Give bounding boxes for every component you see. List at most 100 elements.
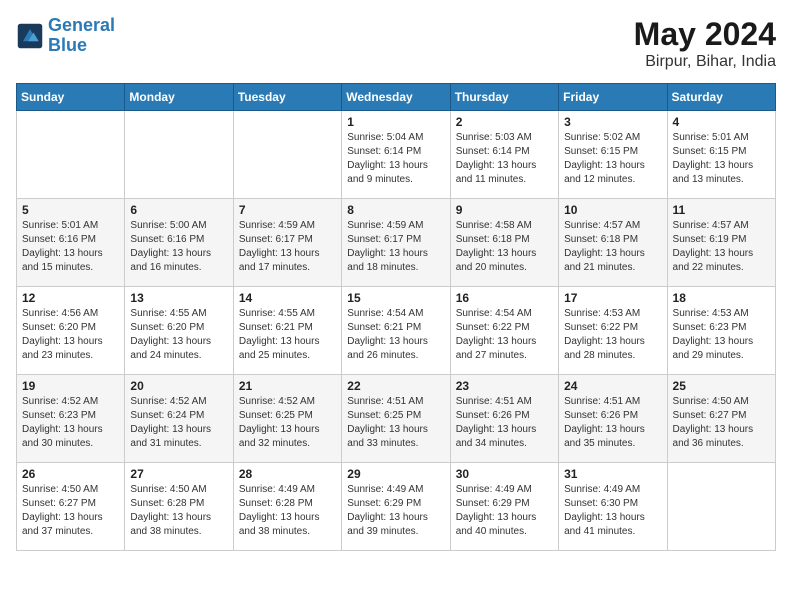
calendar-cell: 27 Sunrise: 4:50 AM Sunset: 6:28 PM Dayli…	[125, 463, 233, 551]
calendar-cell: 24Sunrise: 4:51 AM Sunset: 6:26 PM Dayli…	[559, 375, 667, 463]
location-title: Birpur, Bihar, India	[634, 53, 776, 71]
calendar-cell: 11 Sunrise: 4:57 AM Sunset: 6:19 PM Dayli…	[667, 199, 775, 287]
day-number: 10	[564, 203, 661, 217]
day-info: Sunrise: 4:59 AM Sunset: 6:17 PM Dayligh…	[347, 219, 444, 275]
day-number: 12	[22, 291, 119, 305]
day-number: 18	[673, 291, 770, 305]
calendar-cell: 4 Sunrise: 5:01 AM Sunset: 6:15 PM Daylig…	[667, 111, 775, 199]
day-number: 2	[456, 115, 553, 129]
dow-header-thursday: Thursday	[450, 84, 558, 111]
calendar-cell: 25Sunrise: 4:50 AM Sunset: 6:27 PM Dayli…	[667, 375, 775, 463]
day-number: 4	[673, 115, 770, 129]
calendar-cell: 19 Sunrise: 4:52 AM Sunset: 6:23 PM Dayli…	[17, 375, 125, 463]
day-number: 6	[130, 203, 227, 217]
calendar-cell: 15Sunrise: 4:54 AM Sunset: 6:21 PM Dayli…	[342, 287, 450, 375]
day-info: Sunrise: 4:57 AM Sunset: 6:18 PM Dayligh…	[564, 219, 661, 275]
day-number: 28	[239, 467, 336, 481]
calendar-cell: 10 Sunrise: 4:57 AM Sunset: 6:18 PM Dayli…	[559, 199, 667, 287]
calendar-cell: 18 Sunrise: 4:53 AM Sunset: 6:23 PM Dayli…	[667, 287, 775, 375]
calendar-cell: 7 Sunrise: 4:59 AM Sunset: 6:17 PM Daylig…	[233, 199, 341, 287]
day-info: Sunrise: 4:55 AM Sunset: 6:21 PM Dayligh…	[239, 307, 336, 363]
calendar-cell	[125, 111, 233, 199]
day-info: Sunrise: 5:04 AM Sunset: 6:14 PM Dayligh…	[347, 131, 444, 187]
day-info: Sunrise: 4:51 AM Sunset: 6:25 PM Dayligh…	[347, 395, 444, 451]
logo-icon	[16, 22, 44, 50]
day-number: 5	[22, 203, 119, 217]
day-info: Sunrise: 5:01 AM Sunset: 6:16 PM Dayligh…	[22, 219, 119, 275]
day-info: Sunrise: 4:50 AM Sunset: 6:27 PM Dayligh…	[22, 483, 119, 539]
day-info: Sunrise: 4:53 AM Sunset: 6:22 PM Dayligh…	[564, 307, 661, 363]
day-number: 19	[22, 379, 119, 393]
day-info: Sunrise: 4:53 AM Sunset: 6:23 PM Dayligh…	[673, 307, 770, 363]
calendar-cell: 21 Sunrise: 4:52 AM Sunset: 6:25 PM Dayli…	[233, 375, 341, 463]
calendar-cell: 14 Sunrise: 4:55 AM Sunset: 6:21 PM Dayli…	[233, 287, 341, 375]
title-block: May 2024 Birpur, Bihar, India	[634, 16, 776, 71]
dow-header-sunday: Sunday	[17, 84, 125, 111]
calendar-cell: 16 Sunrise: 4:54 AM Sunset: 6:22 PM Dayli…	[450, 287, 558, 375]
calendar-cell: 26 Sunrise: 4:50 AM Sunset: 6:27 PM Dayli…	[17, 463, 125, 551]
day-info: Sunrise: 4:58 AM Sunset: 6:18 PM Dayligh…	[456, 219, 553, 275]
day-info: Sunrise: 4:55 AM Sunset: 6:20 PM Dayligh…	[130, 307, 227, 363]
day-info: Sunrise: 4:52 AM Sunset: 6:25 PM Dayligh…	[239, 395, 336, 451]
dow-header-wednesday: Wednesday	[342, 84, 450, 111]
day-number: 27	[130, 467, 227, 481]
day-number: 3	[564, 115, 661, 129]
day-number: 20	[130, 379, 227, 393]
calendar-table: SundayMondayTuesdayWednesdayThursdayFrid…	[16, 83, 776, 551]
day-number: 14	[239, 291, 336, 305]
calendar-cell: 29 Sunrise: 4:49 AM Sunset: 6:29 PM Dayli…	[342, 463, 450, 551]
day-number: 9	[456, 203, 553, 217]
day-info: Sunrise: 4:50 AM Sunset: 6:28 PM Dayligh…	[130, 483, 227, 539]
day-info: Sunrise: 4:49 AM Sunset: 6:30 PM Dayligh…	[564, 483, 661, 539]
calendar-cell: 9 Sunrise: 4:58 AM Sunset: 6:18 PM Daylig…	[450, 199, 558, 287]
logo-text: General Blue	[48, 16, 115, 56]
dow-header-monday: Monday	[125, 84, 233, 111]
day-info: Sunrise: 4:54 AM Sunset: 6:21 PM Dayligh…	[347, 307, 444, 363]
calendar-cell	[17, 111, 125, 199]
calendar-cell: 20Sunrise: 4:52 AM Sunset: 6:24 PM Dayli…	[125, 375, 233, 463]
day-info: Sunrise: 4:59 AM Sunset: 6:17 PM Dayligh…	[239, 219, 336, 275]
day-number: 16	[456, 291, 553, 305]
day-number: 21	[239, 379, 336, 393]
calendar-cell: 23 Sunrise: 4:51 AM Sunset: 6:26 PM Dayli…	[450, 375, 558, 463]
day-number: 17	[564, 291, 661, 305]
dow-header-tuesday: Tuesday	[233, 84, 341, 111]
calendar-cell: 22 Sunrise: 4:51 AM Sunset: 6:25 PM Dayli…	[342, 375, 450, 463]
calendar-cell: 31 Sunrise: 4:49 AM Sunset: 6:30 PM Dayli…	[559, 463, 667, 551]
calendar-cell: 2 Sunrise: 5:03 AM Sunset: 6:14 PM Daylig…	[450, 111, 558, 199]
day-info: Sunrise: 4:51 AM Sunset: 6:26 PM Dayligh…	[564, 395, 661, 451]
day-number: 8	[347, 203, 444, 217]
calendar-cell: 3Sunrise: 5:02 AM Sunset: 6:15 PM Daylig…	[559, 111, 667, 199]
day-info: Sunrise: 4:56 AM Sunset: 6:20 PM Dayligh…	[22, 307, 119, 363]
calendar-cell: 30Sunrise: 4:49 AM Sunset: 6:29 PM Dayli…	[450, 463, 558, 551]
day-number: 22	[347, 379, 444, 393]
calendar-cell: 12 Sunrise: 4:56 AM Sunset: 6:20 PM Dayli…	[17, 287, 125, 375]
calendar-cell: 17 Sunrise: 4:53 AM Sunset: 6:22 PM Dayli…	[559, 287, 667, 375]
calendar-cell: 6Sunrise: 5:00 AM Sunset: 6:16 PM Daylig…	[125, 199, 233, 287]
day-info: Sunrise: 4:49 AM Sunset: 6:29 PM Dayligh…	[347, 483, 444, 539]
dow-header-saturday: Saturday	[667, 84, 775, 111]
day-info: Sunrise: 4:54 AM Sunset: 6:22 PM Dayligh…	[456, 307, 553, 363]
day-info: Sunrise: 4:52 AM Sunset: 6:23 PM Dayligh…	[22, 395, 119, 451]
day-number: 29	[347, 467, 444, 481]
logo: General Blue	[16, 16, 115, 56]
calendar-cell: 8 Sunrise: 4:59 AM Sunset: 6:17 PM Daylig…	[342, 199, 450, 287]
calendar-cell: 28 Sunrise: 4:49 AM Sunset: 6:28 PM Dayli…	[233, 463, 341, 551]
day-number: 31	[564, 467, 661, 481]
day-info: Sunrise: 5:03 AM Sunset: 6:14 PM Dayligh…	[456, 131, 553, 187]
dow-header-friday: Friday	[559, 84, 667, 111]
day-number: 30	[456, 467, 553, 481]
day-number: 23	[456, 379, 553, 393]
day-number: 1	[347, 115, 444, 129]
day-number: 7	[239, 203, 336, 217]
day-number: 26	[22, 467, 119, 481]
day-number: 11	[673, 203, 770, 217]
day-info: Sunrise: 4:57 AM Sunset: 6:19 PM Dayligh…	[673, 219, 770, 275]
day-info: Sunrise: 4:51 AM Sunset: 6:26 PM Dayligh…	[456, 395, 553, 451]
day-info: Sunrise: 5:01 AM Sunset: 6:15 PM Dayligh…	[673, 131, 770, 187]
day-info: Sunrise: 4:49 AM Sunset: 6:28 PM Dayligh…	[239, 483, 336, 539]
page-header: General Blue May 2024 Birpur, Bihar, Ind…	[16, 16, 776, 71]
day-info: Sunrise: 4:50 AM Sunset: 6:27 PM Dayligh…	[673, 395, 770, 451]
calendar-cell	[667, 463, 775, 551]
calendar-cell: 5 Sunrise: 5:01 AM Sunset: 6:16 PM Daylig…	[17, 199, 125, 287]
